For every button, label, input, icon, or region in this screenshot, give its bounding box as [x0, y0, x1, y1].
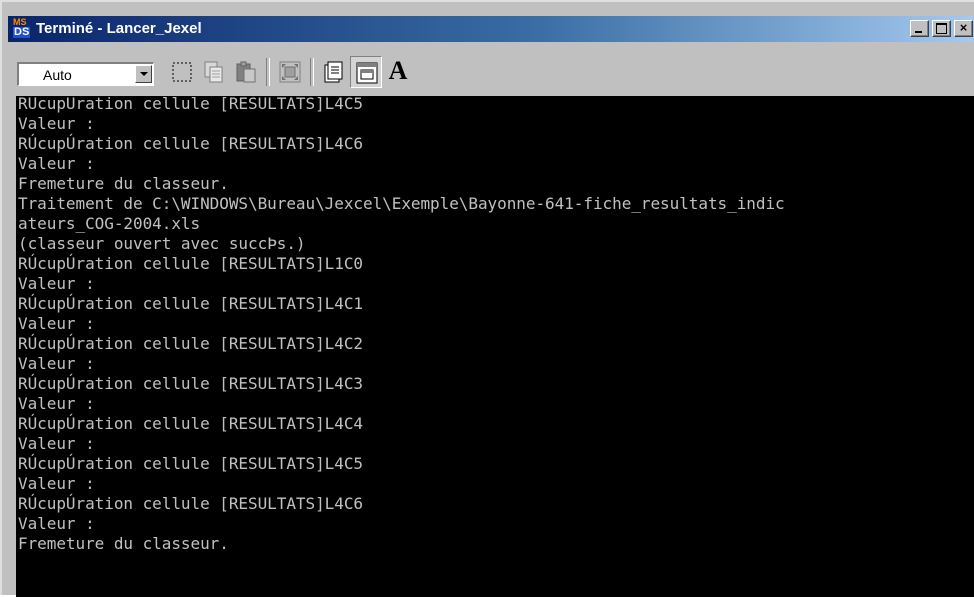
dos-window: MS DS Terminé - Lancer_Jexel × Auto A RÚ…	[0, 0, 974, 597]
font-size-select[interactable]: Auto	[17, 62, 154, 86]
background-button[interactable]	[350, 56, 382, 88]
console-line: Valeur :	[18, 434, 95, 453]
console-line: RÚcupÚration cellule [RESULTATS]L4C5	[18, 454, 363, 473]
console-line: Valeur :	[18, 354, 95, 373]
chevron-down-icon	[140, 72, 148, 76]
console-line: Fremeture du classeur.	[18, 534, 229, 553]
console-line: Valeur :	[18, 474, 95, 493]
maximize-button[interactable]	[932, 20, 951, 37]
close-button[interactable]: ×	[954, 20, 973, 37]
background-icon	[356, 62, 378, 84]
dropdown-button[interactable]	[135, 65, 152, 83]
console-line: Fremeture du classeur.	[18, 174, 229, 193]
console-line: Valeur :	[18, 394, 95, 413]
console-line: RÚcupÚration cellule [RESULTATS]L1C0	[18, 254, 363, 273]
console-line: Traitement de C:\WINDOWS\Bureau\Jexcel\E…	[18, 194, 785, 213]
console-line: Valeur :	[18, 114, 95, 133]
console-line: (classeur ouvert avec succÞs.)	[18, 234, 306, 253]
mark-button[interactable]	[166, 56, 198, 88]
console-output[interactable]: RÚcupÚration cellule [RESULTATS]L4C5 Vale…	[16, 96, 974, 597]
console-line: RÚcupÚration cellule [RESULTATS]L4C6	[18, 494, 363, 513]
fullscreen-button[interactable]	[274, 56, 306, 88]
toolbar-separator	[310, 58, 314, 86]
console-lines: RÚcupÚration cellule [RESULTATS]L4C5 Vale…	[18, 96, 785, 554]
console-line: Valeur :	[18, 514, 95, 533]
paste-icon	[236, 61, 256, 83]
minimize-icon	[915, 31, 922, 33]
console-line: Valeur :	[18, 314, 95, 333]
copy-button[interactable]	[198, 56, 230, 88]
toolbar-separator	[266, 58, 270, 86]
ms-dos-app-icon[interactable]: MS DS	[13, 18, 31, 39]
font-icon: A	[388, 56, 408, 85]
console-line: RÚcupÚration cellule [RESULTATS]L4C1	[18, 294, 363, 313]
font-button[interactable]: A	[382, 56, 414, 88]
console-line: Valeur :	[18, 274, 95, 293]
maximize-icon	[936, 23, 947, 34]
fullscreen-icon	[279, 61, 301, 83]
mark-icon	[172, 62, 192, 82]
toolbar: Auto A	[8, 44, 974, 92]
copy-icon	[204, 61, 223, 83]
console-line: Valeur :	[18, 154, 95, 173]
console-line: RÚcupÚration cellule [RESULTATS]L4C5	[18, 96, 363, 113]
window-title: Terminé - Lancer_Jexel	[36, 20, 202, 37]
font-size-value: Auto	[43, 67, 72, 83]
close-icon: ×	[959, 20, 968, 35]
title-bar[interactable]: MS DS Terminé - Lancer_Jexel ×	[8, 16, 974, 42]
console-line: RÚcupÚration cellule [RESULTATS]L4C4	[18, 414, 363, 433]
console-line: RÚcupÚration cellule [RESULTATS]L4C3	[18, 374, 363, 393]
console-line: ateurs_COG-2004.xls	[18, 214, 201, 233]
properties-icon	[324, 61, 343, 83]
properties-button[interactable]	[318, 56, 350, 88]
paste-button[interactable]	[230, 56, 262, 88]
console-line: RÚcupÚration cellule [RESULTATS]L4C2	[18, 334, 363, 353]
minimize-button[interactable]	[910, 20, 929, 37]
console-line: RÚcupÚration cellule [RESULTATS]L4C6	[18, 134, 363, 153]
